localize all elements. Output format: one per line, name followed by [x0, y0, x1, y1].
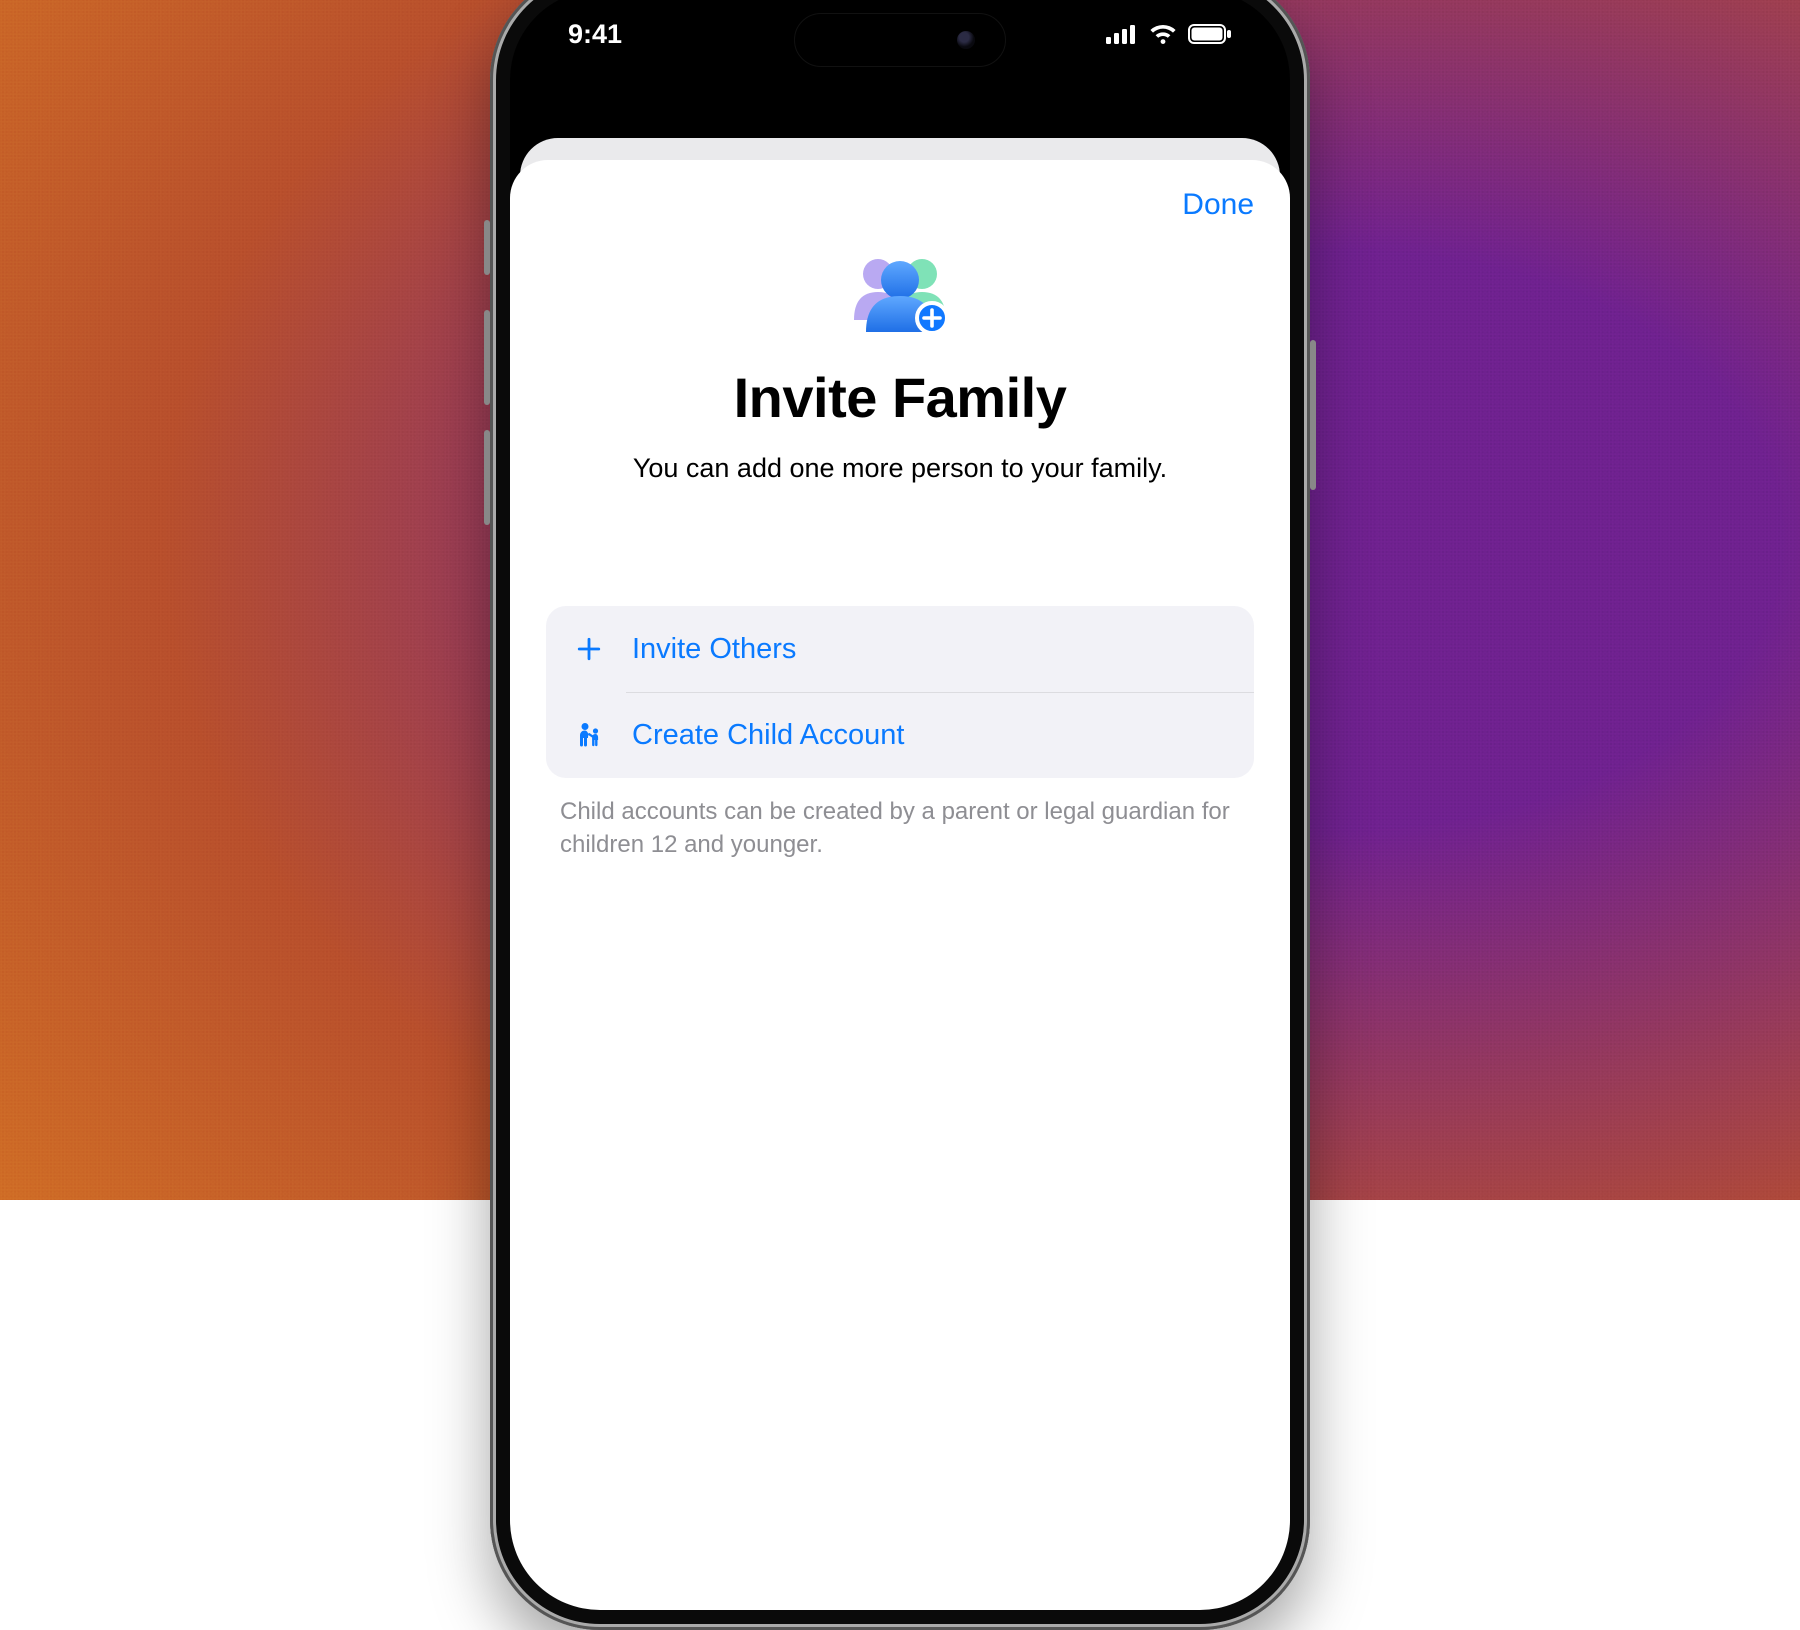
- phone-screen: 9:41: [510, 0, 1290, 1610]
- page-title: Invite Family: [546, 365, 1254, 430]
- phone-volume-up: [484, 310, 490, 405]
- wifi-icon: [1148, 23, 1178, 45]
- phone-power-button: [1310, 340, 1316, 490]
- invite-family-sheet: Done: [510, 160, 1290, 1610]
- parent-child-icon: [572, 718, 606, 752]
- family-add-icon: [840, 252, 960, 342]
- phone-frame: 9:41: [490, 0, 1310, 1630]
- invite-others-label: Invite Others: [632, 633, 796, 666]
- footnote: Child accounts can be created by a paren…: [560, 796, 1240, 861]
- battery-icon: [1188, 24, 1232, 44]
- invite-others-row[interactable]: Invite Others: [546, 606, 1254, 692]
- cellular-icon: [1106, 24, 1138, 44]
- options-list: Invite Others Create Child Account: [546, 606, 1254, 778]
- phone-volume-down: [484, 430, 490, 525]
- create-child-account-row[interactable]: Create Child Account: [546, 692, 1254, 778]
- page-subtitle: You can add one more person to your fami…: [546, 450, 1254, 486]
- status-time: 9:41: [568, 19, 622, 50]
- done-button[interactable]: Done: [1182, 188, 1254, 222]
- create-child-account-label: Create Child Account: [632, 719, 904, 752]
- status-bar: 9:41: [510, 0, 1290, 78]
- phone-mute-switch: [484, 220, 490, 275]
- plus-icon: [572, 632, 606, 666]
